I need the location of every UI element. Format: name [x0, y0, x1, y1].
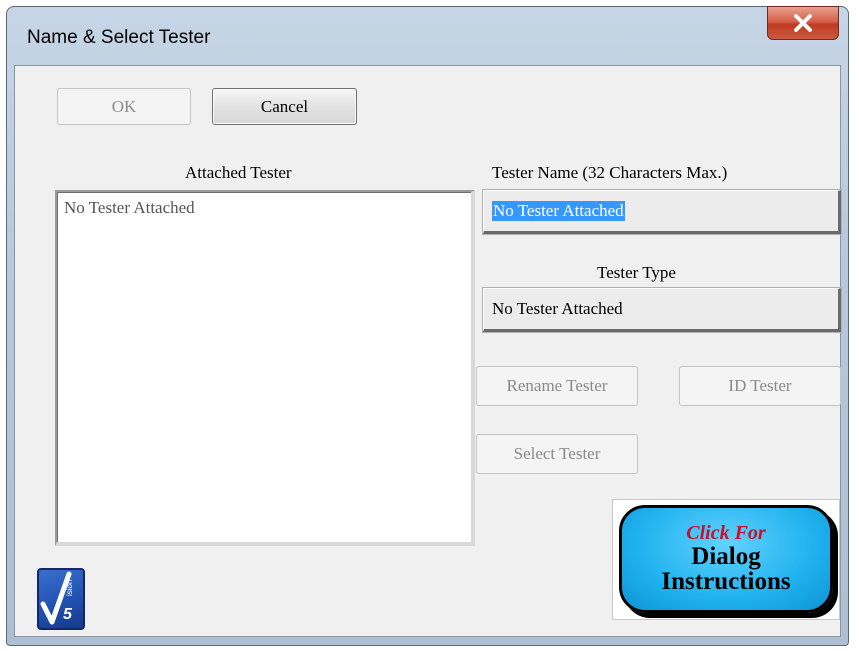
id-tester-button[interactable]: ID Tester: [679, 366, 841, 406]
help-line-3: Instructions: [661, 568, 791, 596]
dialog-instructions-container: Click For Dialog Instructions: [612, 499, 840, 620]
rename-tester-button[interactable]: Rename Tester: [476, 366, 638, 406]
close-button[interactable]: [767, 6, 839, 40]
tester-type-label: Tester Type: [597, 263, 676, 282]
vision-5-logo-icon[interactable]: ision 5: [37, 568, 85, 630]
title-bar[interactable]: Name & Select Tester: [7, 6, 848, 65]
close-icon: [794, 14, 812, 32]
attached-tester-heading: Attached Tester: [185, 163, 292, 182]
ok-button[interactable]: OK: [57, 88, 191, 125]
attached-tester-list[interactable]: No Tester Attached: [55, 190, 475, 546]
select-tester-button[interactable]: Select Tester: [476, 434, 638, 474]
logo-text: ision: [65, 579, 74, 596]
logo-number: 5: [63, 606, 72, 623]
tester-type-field: No Tester Attached: [483, 288, 841, 332]
tester-type-value: No Tester Attached: [492, 299, 623, 318]
tester-name-value: No Tester Attached: [492, 201, 625, 221]
window-title: Name & Select Tester: [27, 27, 211, 48]
cancel-button[interactable]: Cancel: [212, 88, 357, 125]
help-line-1: Click For: [686, 522, 766, 545]
tester-name-label: Tester Name (32 Characters Max.): [492, 163, 728, 182]
dialog-client-area: OK Cancel Attached Tester No Tester Atta…: [14, 65, 841, 637]
dialog-instructions-button[interactable]: Click For Dialog Instructions: [619, 505, 833, 613]
help-line-2: Dialog: [691, 542, 761, 570]
checkmark-icon: [40, 571, 72, 625]
dialog-window: Name & Select Tester OK Cancel Attached …: [6, 6, 849, 646]
tester-name-field[interactable]: No Tester Attached: [483, 190, 841, 234]
list-item[interactable]: No Tester Attached: [64, 198, 195, 218]
